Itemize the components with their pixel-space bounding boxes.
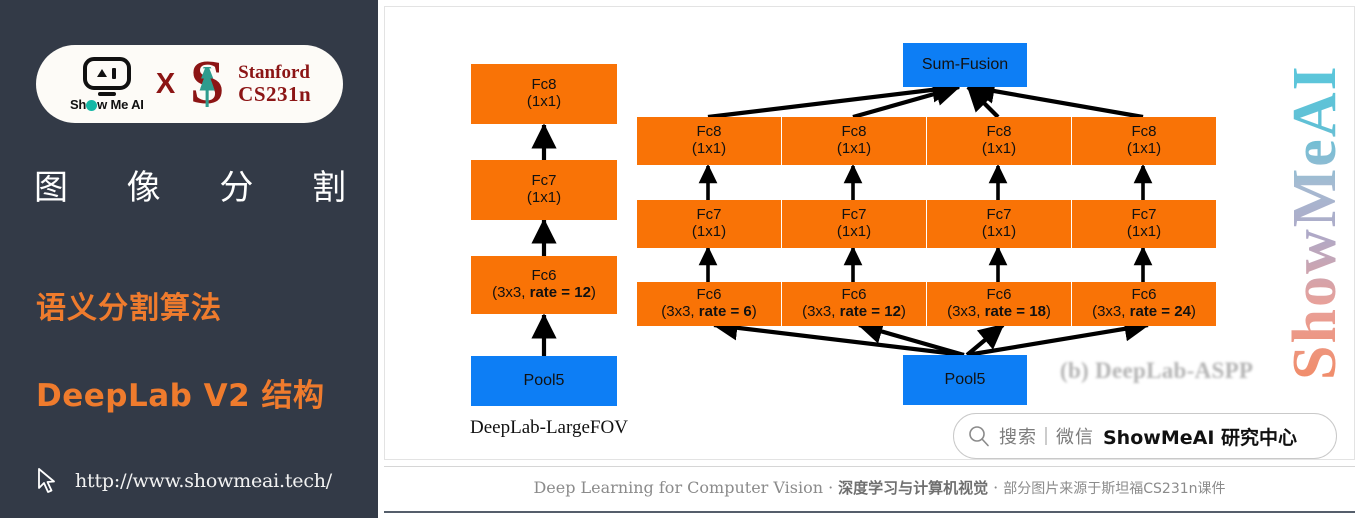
watermark-text: ShowMeAI xyxy=(1281,64,1349,380)
stanford-logo: S Stanford CS231n xyxy=(185,52,311,114)
node-aspp-pool5[interactable]: Pool5 xyxy=(903,355,1027,405)
node-title: Fc6 xyxy=(696,286,722,304)
site-url-row[interactable]: http://www.showmeai.tech/ xyxy=(34,466,332,496)
showmeai-wordmark: Sh w Me AI xyxy=(69,96,144,112)
node-title: Fc8 xyxy=(696,123,722,141)
node-subtitle: (1x1) xyxy=(981,223,1017,240)
node-largefov-fc7[interactable]: Fc7 (1x1) xyxy=(471,160,617,220)
footer-divider-top xyxy=(384,466,1355,467)
node-aspp-b1-fc6[interactable]: Fc6 (3x3, rate = 6) xyxy=(637,282,781,326)
node-subtitle: (3x3, rate = 24) xyxy=(1092,303,1196,320)
stanford-line-1: Stanford xyxy=(238,61,310,83)
node-aspp-b2-fc6[interactable]: Fc6 (3x3, rate = 12) xyxy=(782,282,926,326)
node-title: Fc6 xyxy=(841,286,867,304)
caption-largefov: DeepLab-LargeFOV xyxy=(470,417,628,438)
node-aspp-b1-fc7[interactable]: Fc7 (1x1) xyxy=(637,200,781,248)
node-aspp-b4-fc7[interactable]: Fc7 (1x1) xyxy=(1072,200,1216,248)
stanford-course-label: Stanford CS231n xyxy=(238,62,311,107)
node-subtitle: (1x1) xyxy=(526,189,562,206)
node-title: Pool5 xyxy=(944,371,986,389)
title-char-2: 分 xyxy=(219,168,254,208)
cross-symbol: X xyxy=(155,67,176,100)
wechat-search-bar[interactable]: 搜索｜微信 ShowMeAI 研究中心 xyxy=(953,413,1337,459)
node-title: Fc7 xyxy=(696,206,722,224)
node-title: Fc6 xyxy=(531,267,557,285)
node-title: Fc6 xyxy=(1131,286,1157,304)
footer-credit: Deep Learning for Computer Vision · 深度学习与计… xyxy=(398,477,1361,498)
teal-dot-icon xyxy=(86,99,98,111)
footer-sep-2: · xyxy=(993,478,999,497)
node-aspp-b2-fc8[interactable]: Fc8 (1x1) xyxy=(782,117,926,165)
stanford-s-icon: S xyxy=(185,52,229,114)
node-subtitle: (1x1) xyxy=(691,223,727,240)
node-aspp-b2-fc7[interactable]: Fc7 (1x1) xyxy=(782,200,926,248)
footer-divider-bottom xyxy=(384,511,1355,513)
node-subtitle: (1x1) xyxy=(836,140,872,157)
showmeai-vertical-watermark: ShowMeAI xyxy=(1272,24,1349,394)
node-title: Fc7 xyxy=(841,206,867,224)
node-subtitle: (3x3, rate = 12) xyxy=(802,303,906,320)
subtitle-model: DeepLab V2 结构 xyxy=(36,378,325,414)
node-subtitle: (1x1) xyxy=(1126,140,1162,157)
node-title: Sum-Fusion xyxy=(921,56,1009,74)
search-brand-label: ShowMeAI 研究中心 xyxy=(1103,426,1297,449)
title-char-1: 像 xyxy=(126,168,161,208)
showmeai-logo: Sh w Me AI xyxy=(68,56,146,112)
footer-sep-1: · xyxy=(828,478,834,497)
node-aspp-b4-fc8[interactable]: Fc8 (1x1) xyxy=(1072,117,1216,165)
node-subtitle: (1x1) xyxy=(836,223,872,240)
node-title: Fc6 xyxy=(986,286,1012,304)
node-subtitle: (1x1) xyxy=(981,140,1017,157)
node-aspp-b4-fc6[interactable]: Fc6 (3x3, rate = 24) xyxy=(1072,282,1216,326)
node-title: Fc7 xyxy=(531,172,557,190)
stanford-line-2: CS231n xyxy=(238,81,312,106)
node-subtitle: (3x3, rate = 6) xyxy=(661,303,757,320)
page-title: 图 像 分 割 xyxy=(34,160,346,209)
node-title: Fc7 xyxy=(1131,206,1157,224)
node-largefov-fc6[interactable]: Fc6 (3x3, rate = 12) xyxy=(471,256,617,314)
node-title: Fc7 xyxy=(986,206,1012,224)
node-title: Fc8 xyxy=(531,76,557,94)
title-char-0: 图 xyxy=(34,168,68,208)
site-url-text: http://www.showmeai.tech/ xyxy=(75,470,333,492)
search-icon xyxy=(969,426,989,447)
robot-icon xyxy=(82,56,131,90)
caption-aspp-watermark: (b) DeepLab-ASPP xyxy=(1060,358,1254,383)
left-sidebar: Shw Me AI X S Stanford CS231n 图 像 分 割 语义… xyxy=(0,0,378,518)
node-title: Pool5 xyxy=(523,372,565,390)
footer-cn-tail: 部分图片来源于斯坦福CS231n课件 xyxy=(1003,481,1226,497)
title-char-3: 割 xyxy=(311,168,346,208)
node-subtitle: (1x1) xyxy=(526,93,562,110)
search-prefix-label: 搜索｜微信 xyxy=(999,427,1094,448)
robot-chin-icon xyxy=(97,91,116,96)
node-aspp-b3-fc8[interactable]: Fc8 (1x1) xyxy=(927,117,1071,165)
node-title: Fc8 xyxy=(986,123,1012,141)
node-subtitle: (3x3, rate = 12) xyxy=(492,284,596,301)
node-aspp-b1-fc8[interactable]: Fc8 (1x1) xyxy=(637,117,781,165)
node-title: Fc8 xyxy=(841,123,867,141)
node-largefov-pool5[interactable]: Pool5 xyxy=(471,356,617,406)
node-aspp-sum-fusion[interactable]: Sum-Fusion xyxy=(903,43,1027,87)
footer-en: Deep Learning for Computer Vision xyxy=(533,478,824,497)
footer-cn-bold: 深度学习与计算机视觉 xyxy=(838,479,989,497)
node-subtitle: (3x3, rate = 18) xyxy=(947,303,1051,320)
node-title: Fc8 xyxy=(1131,123,1157,141)
subtitle-topic: 语义分割算法 xyxy=(36,291,222,326)
node-largefov-fc8[interactable]: Fc8 (1x1) xyxy=(471,64,617,124)
cursor-icon xyxy=(38,468,55,493)
node-subtitle: (1x1) xyxy=(1126,223,1162,240)
node-aspp-b3-fc7[interactable]: Fc7 (1x1) xyxy=(927,200,1071,248)
screenshot-root: Shw Me AI X S Stanford CS231n 图 像 分 割 语义… xyxy=(0,0,1361,518)
node-aspp-b3-fc6[interactable]: Fc6 (3x3, rate = 18) xyxy=(927,282,1071,326)
node-subtitle: (1x1) xyxy=(691,140,727,157)
logo-pill: Shw Me AI X S Stanford CS231n xyxy=(36,45,343,123)
